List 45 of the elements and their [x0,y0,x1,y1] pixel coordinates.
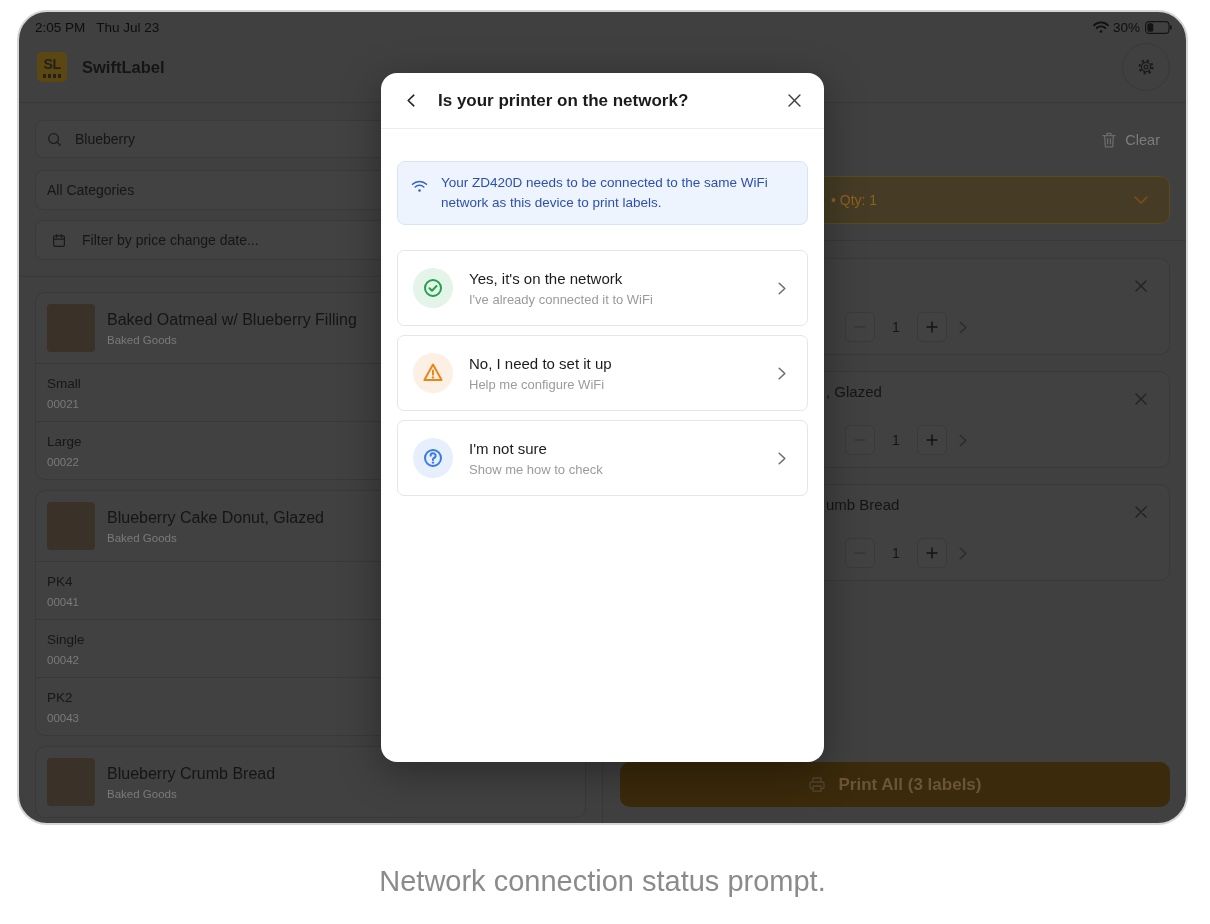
wifi-icon [1092,21,1109,33]
product-category: Baked Goods [107,786,177,801]
close-icon[interactable] [788,94,801,107]
increase-button[interactable] [917,425,947,455]
plus-icon [926,547,938,559]
dialog-title: Is your printer on the network? [438,90,689,111]
caption-text: Network connection status prompt. [378,864,827,899]
plus-icon [926,434,938,446]
product-category: Baked Goods [107,332,177,347]
option-subtitle: I've already connected it to WiFi [469,290,653,308]
clear-button[interactable]: Clear [1102,132,1160,148]
photo-placeholder [47,304,95,352]
chevron-left-icon[interactable] [407,94,415,107]
variant-code: 00021 [47,396,79,411]
option-title: Yes, it's on the network [469,268,623,289]
increase-button[interactable] [917,312,947,342]
printer-icon [808,777,825,792]
trash-icon [1102,132,1117,148]
photo-placeholder [47,502,95,550]
chevron-right-icon [778,281,786,295]
answer-option[interactable]: No, I need to set it up Help me configure WiFi [397,335,808,411]
product-category: Baked Goods [107,530,177,545]
check-circle-icon [413,268,453,308]
wifi-icon [411,180,428,192]
increase-button[interactable] [917,538,947,568]
warning-icon [413,353,453,393]
option-subtitle: Show me how to check [469,460,603,478]
option-subtitle: Help me configure WiFi [469,375,605,393]
battery-icon [1145,20,1172,34]
gear-icon [1138,59,1154,75]
question-circle-icon [413,438,453,478]
plus-icon [926,321,938,333]
option-title: No, I need to set it up [469,353,612,374]
photo-placeholder [47,758,95,806]
variant-code: 00043 [47,710,79,725]
option-title: I'm not sure [469,438,547,459]
answer-option[interactable]: Yes, it's on the network I've already connected it to WiFi [397,250,808,326]
answer-option[interactable]: I'm not sure Show me how to check [397,420,808,496]
variant-code: 00041 [47,594,79,609]
variant-code: 00022 [47,454,79,469]
variant-code: 00042 [47,652,79,667]
chevron-right-icon [778,451,786,465]
search-icon [48,133,61,146]
calendar-icon [53,233,65,247]
chevron-right-icon [778,366,786,380]
